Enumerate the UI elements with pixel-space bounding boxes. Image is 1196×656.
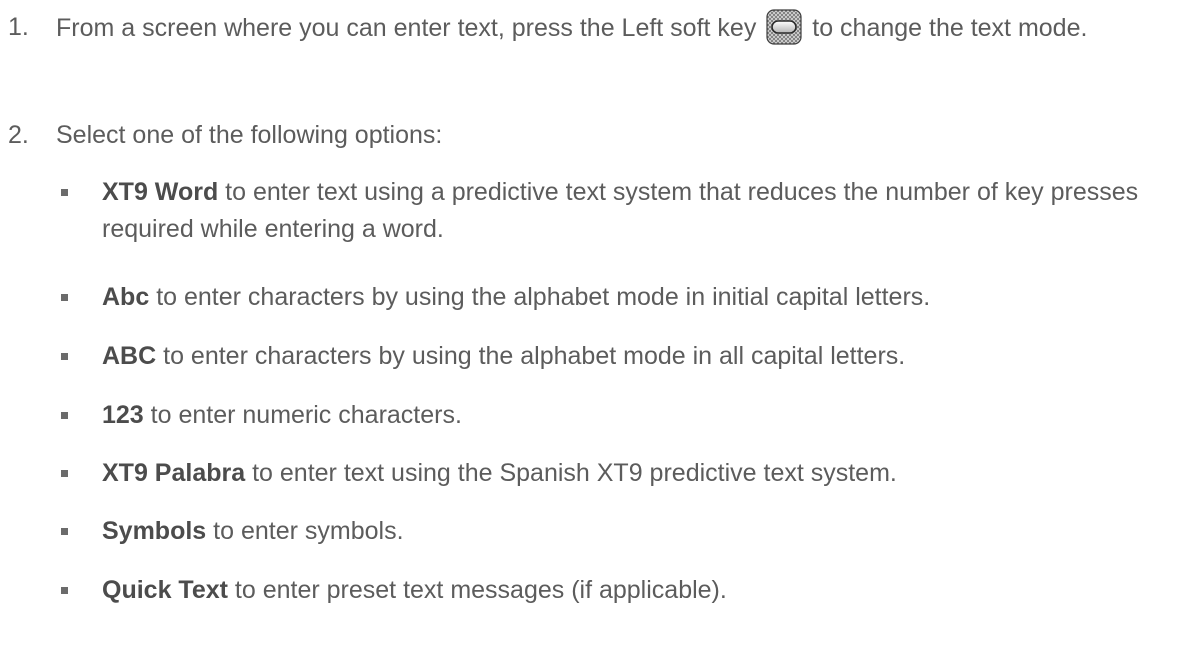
option-description: to enter numeric characters. <box>150 401 462 429</box>
option-text: Quick Text to enter preset text messages… <box>102 572 1186 609</box>
option-text: Abc to enter characters by using the alp… <box>102 279 1186 316</box>
left-soft-key-icon <box>766 9 802 45</box>
option-description: to enter text using the Spanish XT9 pred… <box>252 459 897 487</box>
option-term: XT9 Word <box>102 178 219 206</box>
bullet-marker <box>61 294 68 301</box>
bullet-marker <box>61 587 68 594</box>
option-description: to enter characters by using the alphabe… <box>163 342 906 370</box>
instruction-page: 1. From a screen where you can enter tex… <box>0 0 1196 656</box>
option-text: Symbols to enter symbols. <box>102 513 1186 550</box>
step-number: 1. <box>8 13 29 41</box>
bullet-marker <box>61 528 68 535</box>
option-description: to enter text using a predictive text sy… <box>102 178 1139 243</box>
option-term: Symbols <box>102 517 207 545</box>
option-text: 123 to enter numeric characters. <box>102 397 1186 434</box>
step-text-part: From a screen where you can enter text, … <box>56 14 757 42</box>
option-term: Quick Text <box>102 576 228 604</box>
bullet-marker <box>61 412 68 419</box>
option-text: XT9 Palabra to enter text using the Span… <box>102 455 1186 492</box>
option-term: Abc <box>102 283 150 311</box>
option-text: XT9 Word to enter text using a predictiv… <box>102 174 1186 248</box>
option-text: ABC to enter characters by using the alp… <box>102 338 1186 375</box>
option-term: ABC <box>102 342 157 370</box>
option-description: to enter characters by using the alphabe… <box>156 283 931 311</box>
step-text: From a screen where you can enter text, … <box>56 9 1190 47</box>
bullet-marker <box>61 470 68 477</box>
option-description: to enter preset text messages (if applic… <box>234 576 727 604</box>
step-text: Select one of the following options: <box>56 121 443 149</box>
option-term: 123 <box>102 401 144 429</box>
step-text-part: to change the text mode. <box>812 14 1088 42</box>
option-description: to enter symbols. <box>213 517 404 545</box>
option-term: XT9 Palabra <box>102 459 246 487</box>
bullet-marker <box>61 353 68 360</box>
step-number: 2. <box>8 121 29 149</box>
bullet-marker <box>61 189 68 196</box>
